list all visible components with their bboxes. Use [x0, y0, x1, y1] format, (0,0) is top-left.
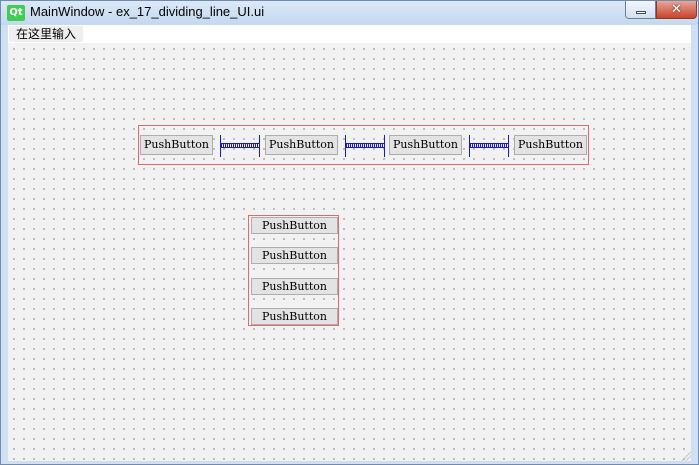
close-icon: ✕ — [671, 2, 682, 17]
push-button[interactable]: PushButton — [251, 308, 338, 325]
menu-placeholder-item[interactable]: 在这里输入 — [9, 26, 84, 42]
close-button[interactable]: ✕ — [656, 1, 697, 19]
horizontal-spacer[interactable] — [469, 135, 509, 157]
horizontal-spacer[interactable] — [345, 135, 385, 157]
title-bar[interactable]: Qt MainWindow - ex_17_dividing_line_UI.u… — [1, 1, 698, 25]
minimize-button[interactable] — [625, 1, 656, 19]
minimize-icon — [636, 11, 646, 14]
menu-bar: 在这里输入 — [8, 25, 691, 43]
push-button[interactable]: PushButton — [251, 217, 338, 234]
push-button[interactable]: PushButton — [389, 135, 462, 155]
horizontal-spacer[interactable] — [220, 135, 260, 157]
resize-grip[interactable] — [681, 451, 691, 461]
vertical-layout[interactable]: PushButton PushButton PushButton PushBut… — [248, 215, 339, 326]
push-button[interactable]: PushButton — [251, 278, 338, 295]
form-canvas[interactable]: PushButton PushButton PushButton PushBut… — [8, 43, 691, 461]
window-title: MainWindow - ex_17_dividing_line_UI.ui — [30, 4, 265, 19]
push-button[interactable]: PushButton — [265, 135, 338, 155]
push-button[interactable]: PushButton — [514, 135, 587, 155]
push-button[interactable]: PushButton — [251, 247, 338, 264]
qt-logo-icon: Qt — [7, 5, 25, 21]
main-window: Qt MainWindow - ex_17_dividing_line_UI.u… — [0, 0, 699, 465]
push-button[interactable]: PushButton — [140, 135, 213, 155]
horizontal-layout[interactable]: PushButton PushButton PushButton PushBut… — [138, 125, 589, 165]
